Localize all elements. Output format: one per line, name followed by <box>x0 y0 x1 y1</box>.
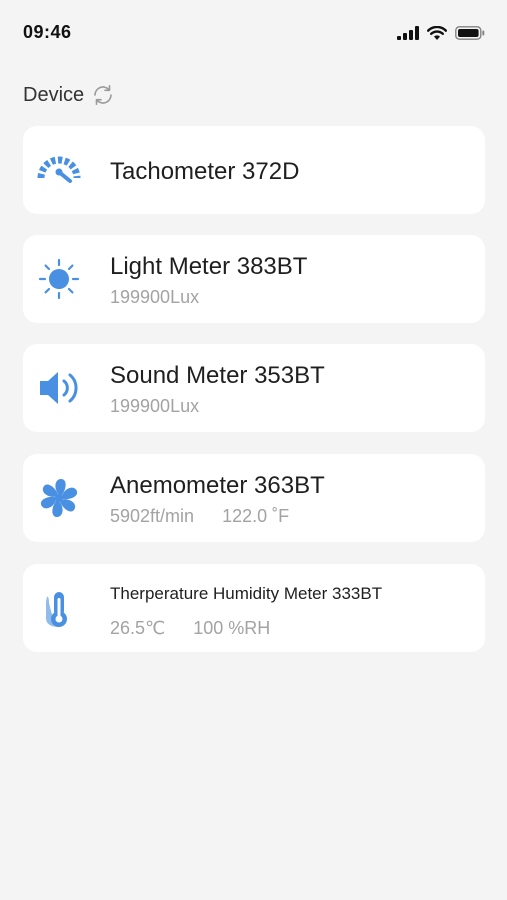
battery-icon <box>455 26 485 40</box>
device-name: Tachometer 372D <box>110 158 300 185</box>
temperature-reading: 26.5℃ <box>110 618 166 638</box>
cellular-signal-icon <box>397 26 419 40</box>
device-name: Light Meter 383BT <box>110 253 308 280</box>
fan-icon <box>40 479 78 517</box>
speaker-icon <box>40 372 78 404</box>
device-card-light-meter[interactable]: Light Meter 383BT 199900Lux <box>23 235 485 323</box>
wind-speed-reading: 5902ft/min <box>110 506 195 526</box>
device-section-header: Device <box>23 80 116 110</box>
sun-icon <box>38 258 80 300</box>
device-readings: 26.5℃ 100 %RH <box>110 618 270 639</box>
wifi-icon <box>427 25 447 40</box>
device-name: Anemometer 363BT <box>110 472 325 499</box>
refresh-icon[interactable] <box>90 82 116 108</box>
status-bar: 09:46 <box>0 0 507 66</box>
tachometer-icon <box>37 156 81 183</box>
device-reading: 199900Lux <box>110 287 200 307</box>
device-card-tachometer[interactable]: Tachometer 372D <box>23 126 485 214</box>
device-readings: 5902ft/min 122.0 ˚F <box>110 506 289 527</box>
thermometer-icon <box>46 592 67 627</box>
status-icons <box>397 24 485 42</box>
device-name: Sound Meter 353BT <box>110 362 325 389</box>
device-reading: 199900Lux <box>110 396 200 416</box>
temperature-reading: 122.0 ˚F <box>222 506 290 526</box>
device-card-anemometer[interactable]: Anemometer 363BT 5902ft/min 122.0 ˚F <box>23 454 485 542</box>
device-card-sound-meter[interactable]: Sound Meter 353BT 199900Lux <box>23 344 485 432</box>
device-card-temp-humidity-meter[interactable]: Therperature Humidity Meter 333BT 26.5℃ 1… <box>23 564 485 652</box>
status-time: 09:46 <box>23 22 72 42</box>
section-title: Device <box>23 83 85 106</box>
humidity-reading: 100 %RH <box>193 618 271 638</box>
device-name: Therperature Humidity Meter 333BT <box>110 584 383 603</box>
